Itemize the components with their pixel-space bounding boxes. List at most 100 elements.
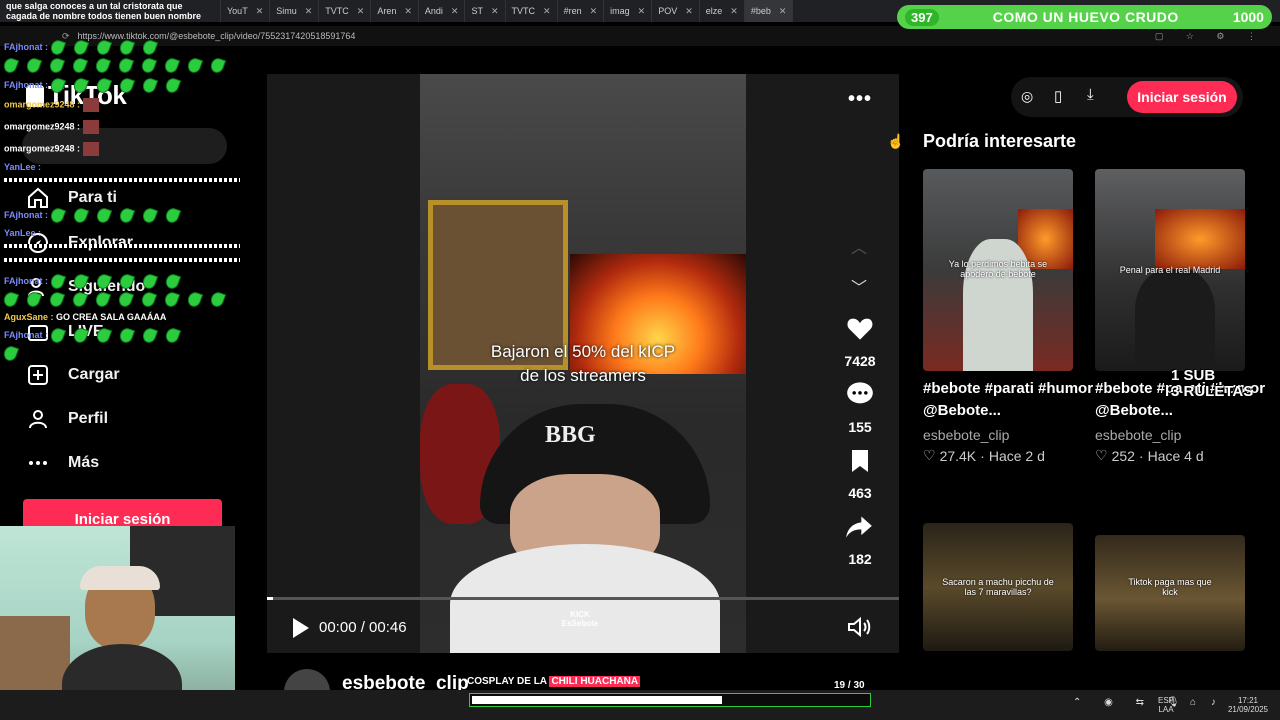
browser-tab[interactable]: TVTC ✕ — [319, 0, 372, 22]
leaf-emote — [117, 38, 135, 57]
goal-target: 1000 — [1232, 9, 1264, 25]
leaf-emote — [70, 290, 89, 309]
chat-username: YanLee : — [4, 228, 42, 238]
chat-username: AguxSane : — [4, 312, 54, 322]
leaf-emote — [1, 56, 20, 75]
leaf-emote — [93, 56, 112, 75]
rec-thumbnail[interactable]: Tiktok paga mas que kick — [1095, 535, 1245, 651]
close-icon[interactable]: ✕ — [779, 6, 787, 17]
thumb-text: Sacaron a machu picchu de las 7 maravill… — [942, 577, 1054, 597]
leaf-emote — [163, 76, 181, 95]
close-icon[interactable]: ✕ — [638, 6, 646, 17]
chat-username: omargomez9248 : — [4, 99, 81, 110]
browser-tab[interactable]: Andi ✕ — [419, 0, 466, 22]
more-icon — [29, 461, 47, 465]
next-video-icon[interactable]: ﹀ — [851, 274, 867, 298]
login-button-top[interactable]: Iniciar sesión — [1127, 81, 1237, 113]
save-count: 463 — [848, 485, 872, 501]
stream-goal-bar: 397 COMO UN HUEVO CRUDO 1000 — [897, 5, 1272, 29]
close-icon[interactable]: ✕ — [256, 6, 264, 17]
thumb-fire — [1155, 209, 1245, 269]
close-icon[interactable]: ✕ — [590, 6, 598, 17]
recommendations-title: Podría interesarte — [923, 131, 1077, 151]
download-icon[interactable]: ⤓ — [1087, 86, 1094, 103]
rec-thumbnail[interactable]: Sacaron a machu picchu de las 7 maravill… — [923, 523, 1073, 651]
clock[interactable]: 17:21 21/09/2025 — [1226, 696, 1270, 714]
rec-stats: ♡ 27.4K · Hace 2 d — [923, 447, 1045, 464]
leaf-emote — [94, 206, 112, 225]
browser-toolbar-icons[interactable]: ▢ ☆ ⚙ ⋮ — [1155, 31, 1266, 42]
rec-thumbnail[interactable]: Penal para el real Madrid — [1095, 169, 1245, 371]
chat-username: FAjhonat : — [4, 329, 48, 340]
leaf-emote — [116, 56, 135, 75]
leaf-emote — [71, 326, 89, 345]
play-icon[interactable] — [290, 617, 310, 639]
rec-author[interactable]: esbebote_clip — [923, 427, 1009, 443]
video-progress-track[interactable] — [267, 597, 899, 600]
volume-icon[interactable] — [847, 617, 871, 637]
rec-description[interactable]: #bebote #parati #humor @Bebote... — [923, 378, 1095, 422]
browser-tab[interactable]: Simu ✕ — [270, 0, 320, 22]
leaf-emote — [139, 290, 158, 309]
leaf-emote — [24, 56, 43, 75]
browser-tab[interactable]: #ren ✕ — [558, 0, 605, 22]
overlay-progress-fill — [472, 696, 722, 704]
close-icon[interactable]: ✕ — [543, 6, 551, 17]
close-icon[interactable]: ✕ — [404, 6, 412, 17]
leaf-emote — [48, 272, 66, 291]
rec-thumbnail[interactable]: Ya lo perdimos bebita se apodero de bebo… — [923, 169, 1073, 371]
bookmark-icon[interactable] — [849, 449, 871, 473]
chat-username: FAjhonat : — [4, 209, 48, 220]
video-watermark: KICK EsSebote — [561, 610, 599, 628]
stream-chat-overlay: FAjhonat : FAjhonat : omargomez9248 : om… — [0, 38, 245, 368]
browser-tab[interactable]: elze ✕ — [700, 0, 745, 22]
cap-logo: BBG — [545, 422, 596, 448]
browser-tab-active[interactable]: #beb ✕ — [744, 0, 794, 22]
leaf-emote — [48, 206, 66, 225]
leaf-emote — [71, 76, 89, 95]
leaf-emote — [185, 56, 204, 75]
chat-stripe-emote — [4, 178, 240, 182]
leaf-emote — [1, 290, 20, 309]
close-icon[interactable]: ✕ — [305, 6, 313, 17]
browser-tab[interactable]: que salga conoces a un tal cristorata qu… — [0, 0, 221, 22]
browser-tab[interactable]: imag ✕ — [604, 0, 653, 22]
leaf-emote — [163, 272, 181, 291]
comment-icon[interactable] — [846, 381, 874, 407]
network-volume-icons[interactable]: ⌂ ♪ — [1190, 698, 1222, 708]
browser-tab[interactable]: Aren ✕ — [371, 0, 419, 22]
leaf-emote — [94, 272, 112, 291]
browser-tab[interactable]: POV ✕ — [652, 0, 700, 22]
browser-tab[interactable]: YouT ✕ — [221, 0, 271, 22]
sidebar-item-perfil[interactable]: Perfil — [26, 407, 108, 431]
browser-tab[interactable]: TVTC ✕ — [506, 0, 558, 22]
close-icon[interactable]: ✕ — [685, 6, 693, 17]
close-icon[interactable]: ✕ — [491, 6, 499, 17]
close-icon[interactable]: ✕ — [451, 6, 459, 17]
close-icon[interactable]: ✕ — [357, 6, 365, 17]
browser-tab[interactable]: ST ✕ — [465, 0, 506, 22]
language-indicator[interactable]: ESP LAA — [1158, 696, 1174, 714]
like-icon[interactable] — [846, 315, 874, 341]
leaf-emote — [94, 76, 112, 95]
more-options-icon[interactable]: ••• — [848, 88, 872, 111]
heart-outline-icon: ♡ — [923, 447, 936, 463]
close-icon[interactable]: ✕ — [730, 6, 738, 17]
chat-username: FAjhonat : — [4, 79, 48, 90]
webcam-cap — [80, 566, 160, 590]
leaf-emote — [163, 326, 181, 345]
thumb-text: Ya lo perdimos bebita se apodero de bebo… — [948, 259, 1048, 279]
thumb-text: Tiktok paga mas que kick — [1128, 577, 1212, 597]
leaf-emote — [162, 290, 181, 309]
goal-current: 397 — [905, 8, 939, 26]
leaf-emote — [139, 56, 158, 75]
prev-video-icon[interactable]: ︿ — [851, 234, 867, 258]
leaf-emote — [116, 290, 135, 309]
leaf-emote — [93, 290, 112, 309]
coin-icon[interactable]: ◎ — [1021, 88, 1033, 105]
device-icon[interactable]: ▯ — [1054, 87, 1062, 105]
goal-label: COMO UN HUEVO CRUDO — [992, 9, 1179, 25]
share-icon[interactable] — [845, 515, 873, 539]
rec-author[interactable]: esbebote_clip — [1095, 427, 1181, 443]
sidebar-item-mas[interactable]: Más — [26, 451, 99, 475]
